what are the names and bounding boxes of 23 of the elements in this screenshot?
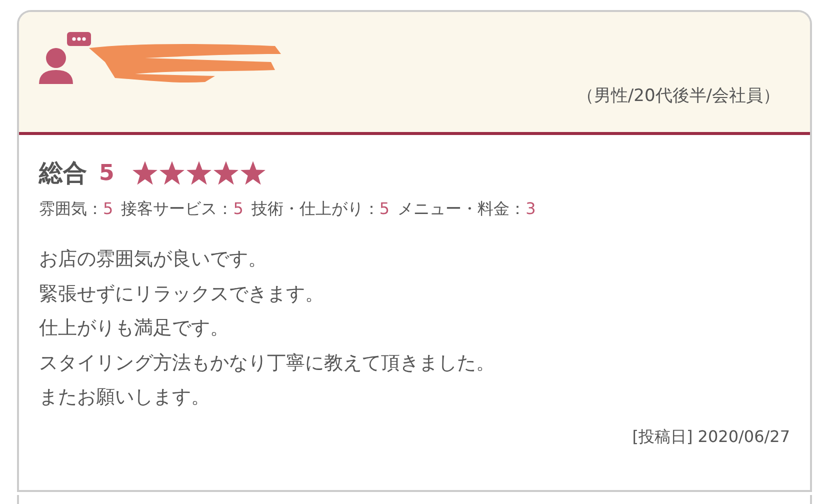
rating-label: 技術・仕上がり： [251,199,380,218]
rating-label: 雰囲気： [39,199,103,218]
posted-date: [投稿日] 2020/06/27 [632,426,790,448]
comment-line: お店の雰囲気が良いです。 [39,247,268,272]
rating-label: 接客サービス： [121,199,234,218]
rating-value: 3 [526,199,536,218]
comment-line: 仕上がりも満足です。 [39,316,230,341]
rating-value: 5 [379,199,390,218]
comment-line: スタイリング方法もかなり丁寧に教えて頂きました。 [39,350,496,376]
star-icon [159,160,186,186]
rating-value: 5 [103,199,114,218]
rating-label: メニュー・料金： [398,199,526,218]
star-icon [213,160,240,186]
overall-score: 5 [99,160,114,186]
star-icon [132,160,158,186]
star-icon [186,160,212,186]
rating-value: 5 [233,199,244,218]
comment-line: またお願いします。 [39,385,211,410]
reviewer-profile: （男性/20代後半/会社員） [576,85,780,107]
overall-label: 総合 [39,158,87,189]
comment-line: 緊張せずにリラックスできます。 [39,282,325,306]
star-icon [240,160,266,186]
user-comment-icon [39,32,91,84]
